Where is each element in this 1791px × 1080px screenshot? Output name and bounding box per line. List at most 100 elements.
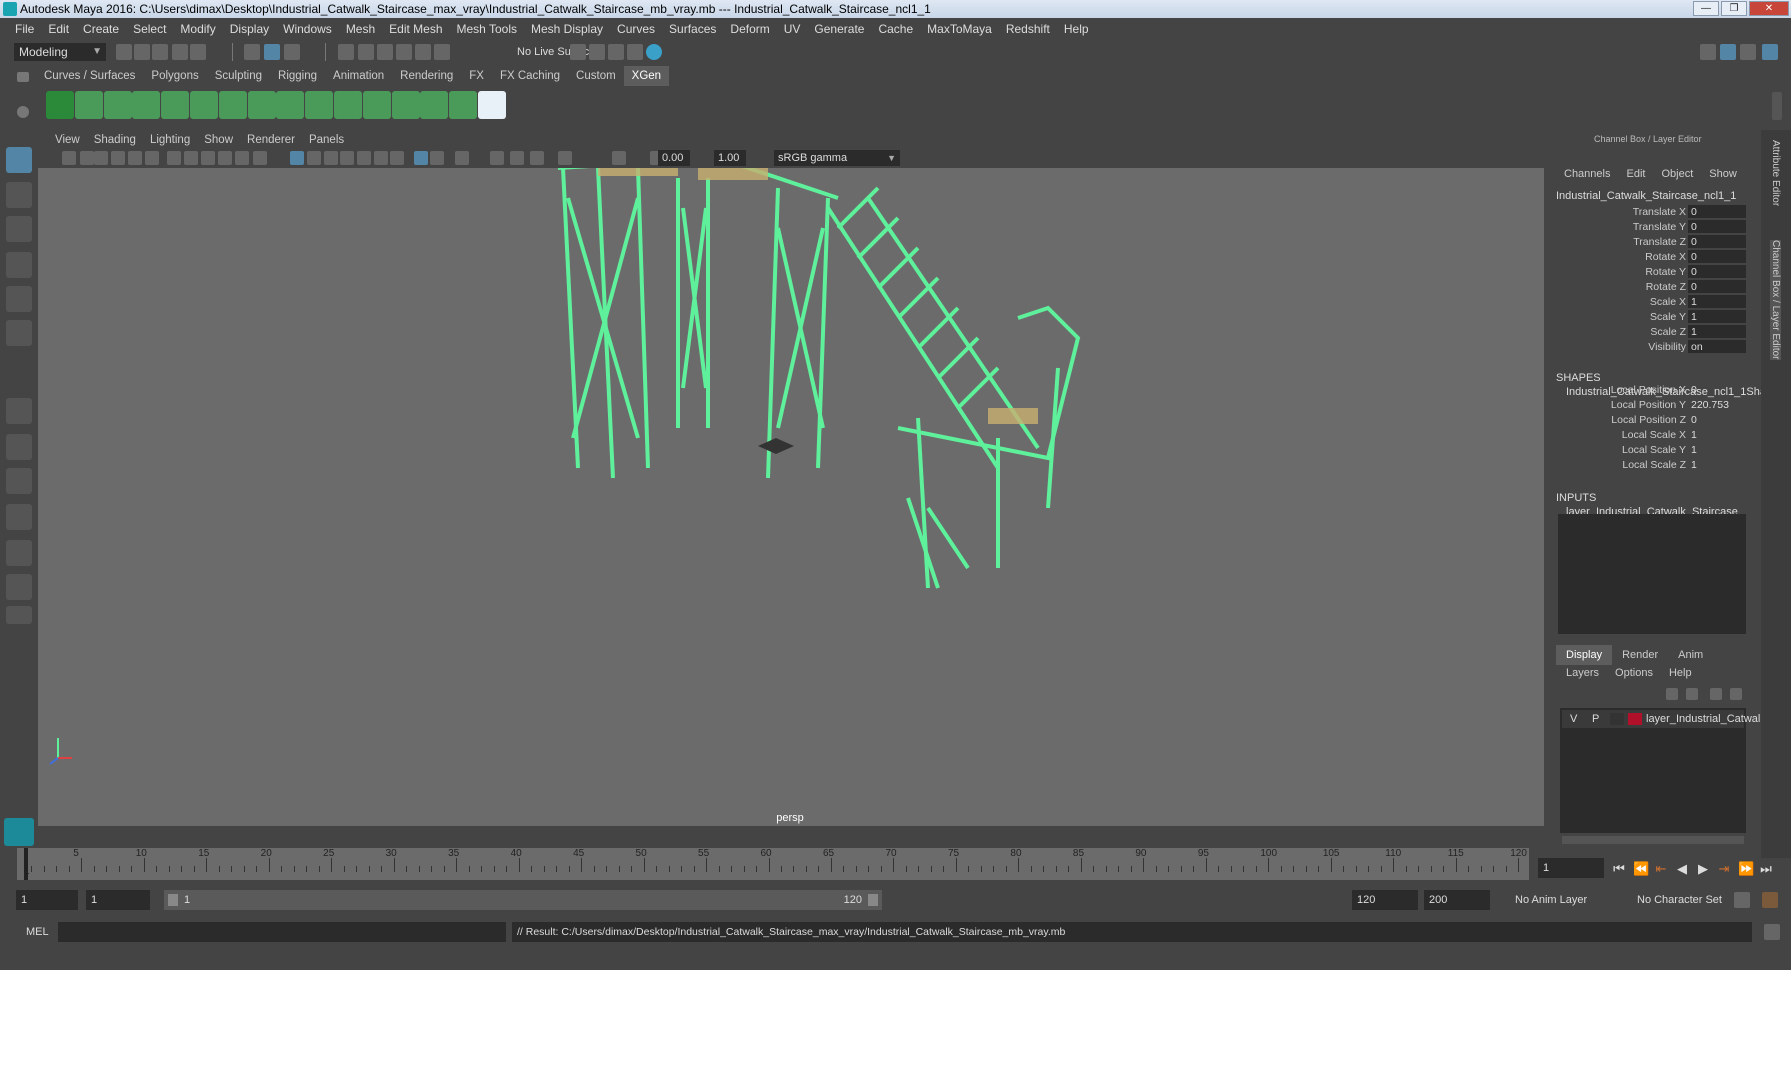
modeling-toolkit-icon[interactable] (1720, 44, 1736, 60)
play-backward-icon[interactable]: ◀ (1675, 862, 1689, 876)
menu-cache[interactable]: Cache (871, 22, 920, 36)
utility-icon[interactable] (391, 91, 420, 119)
layer-tab-display[interactable]: Display (1556, 645, 1613, 665)
shape-channel-row[interactable]: Local Position X0 (1556, 383, 1746, 397)
make-live-icon[interactable] (434, 44, 450, 60)
snap-surface-icon[interactable] (415, 44, 431, 60)
menu-redshift[interactable]: Redshift (999, 22, 1057, 36)
channel-menu-object[interactable]: Object (1655, 168, 1703, 180)
move-layer-up-icon[interactable] (1666, 688, 1678, 700)
animation-prefs-icon[interactable] (1762, 892, 1778, 908)
channel-value[interactable]: 0 (1688, 383, 1746, 396)
xray-joints-icon[interactable] (510, 151, 524, 165)
range-end-handle[interactable] (868, 894, 878, 906)
channel-menu-show[interactable]: Show (1703, 168, 1747, 180)
isolate-select-icon[interactable] (455, 151, 469, 165)
menu-mesh[interactable]: Mesh (339, 22, 382, 36)
select-component-icon[interactable] (284, 44, 300, 60)
shape-channel-row[interactable]: Local Scale Z1 (1556, 458, 1746, 472)
delete-icon[interactable] (449, 91, 478, 119)
import-preset-icon[interactable] (132, 91, 161, 119)
four-view-icon[interactable] (6, 434, 32, 460)
two-view-icon[interactable] (6, 468, 32, 494)
snap-point-icon[interactable] (377, 44, 393, 60)
new-layer-icon[interactable] (1710, 688, 1722, 700)
panel-menu-panels[interactable]: Panels (302, 134, 351, 146)
perspective-viewport[interactable]: persp (38, 168, 1544, 826)
film-gate-icon[interactable] (167, 151, 181, 165)
channel-value[interactable]: on (1688, 340, 1746, 353)
bookmark-icon[interactable] (94, 151, 108, 165)
layer-color-swatch[interactable] (1628, 713, 1642, 725)
shelf-tab-polygons[interactable]: Polygons (143, 66, 206, 86)
channel-row[interactable]: Translate Y0 (1556, 220, 1746, 234)
channel-row[interactable]: Rotate Z0 (1556, 280, 1746, 294)
menu-file[interactable]: File (8, 22, 41, 36)
channel-value[interactable]: 220.753 (1688, 398, 1746, 411)
open-scene-icon[interactable] (134, 44, 150, 60)
step-forward-key-icon[interactable]: ⇥ (1717, 862, 1731, 876)
step-back-key-icon[interactable]: ⇤ (1654, 862, 1668, 876)
channel-row[interactable]: Translate Z0 (1556, 235, 1746, 249)
add-object-icon[interactable] (103, 91, 132, 119)
camera-icon[interactable] (62, 151, 76, 165)
anti-alias-icon[interactable] (414, 151, 428, 165)
custom-layout-icon[interactable] (6, 606, 32, 624)
playback-end-field[interactable]: 120 (1352, 890, 1418, 910)
backface-icon[interactable] (530, 151, 544, 165)
play-forward-icon[interactable]: ▶ (1696, 862, 1710, 876)
shelf-tab-rendering[interactable]: Rendering (392, 66, 461, 86)
menu-select[interactable]: Select (126, 22, 173, 36)
menu-help[interactable]: Help (1057, 22, 1096, 36)
channel-row[interactable]: Rotate X0 (1556, 250, 1746, 264)
panel-menu-lighting[interactable]: Lighting (143, 134, 197, 146)
channel-value[interactable]: 0 (1688, 265, 1746, 278)
default-material-icon[interactable] (307, 151, 321, 165)
xray-icon[interactable] (490, 151, 504, 165)
render-view-icon[interactable] (570, 44, 586, 60)
channel-value[interactable]: 1 (1688, 443, 1746, 456)
menu-edit-mesh[interactable]: Edit Mesh (382, 22, 449, 36)
channel-value[interactable]: 1 (1688, 428, 1746, 441)
layer-menu-options[interactable]: Options (1607, 667, 1661, 679)
shelf-tab-sculpting[interactable]: Sculpting (207, 66, 270, 86)
snap-grid-icon[interactable] (338, 44, 354, 60)
menu-create[interactable]: Create (76, 22, 126, 36)
channel-box-toggle-icon[interactable] (1762, 44, 1778, 60)
character-set-select[interactable]: No Character Set (1632, 890, 1746, 910)
wireframe-icon[interactable] (253, 151, 267, 165)
menu-display[interactable]: Display (223, 22, 276, 36)
shelf-tab-animation[interactable]: Animation (325, 66, 392, 86)
menu-modify[interactable]: Modify (173, 22, 222, 36)
snap-curve-icon[interactable] (358, 44, 374, 60)
render-settings-icon[interactable] (478, 91, 506, 119)
render-settings-icon[interactable] (627, 44, 643, 60)
lasso-tool-icon[interactable] (6, 182, 32, 208)
gamma-field[interactable]: 1.00 (714, 150, 746, 166)
attribute-editor-toggle-icon[interactable] (1740, 44, 1756, 60)
plane-guide-icon[interactable] (305, 91, 334, 119)
shelf-tab-fx[interactable]: FX (461, 66, 492, 86)
step-back-icon[interactable]: ⏪ (1633, 862, 1649, 876)
channel-value[interactable]: 0 (1688, 413, 1746, 426)
channel-menu-edit[interactable]: Edit (1620, 168, 1655, 180)
gate-mask-icon[interactable] (201, 151, 215, 165)
layout-view-icon[interactable] (6, 574, 32, 600)
channel-value[interactable]: 0 (1688, 220, 1746, 233)
auto-key-icon[interactable] (1734, 892, 1750, 908)
shelf-tab-custom[interactable]: Custom (568, 66, 624, 86)
channel-value[interactable]: 1 (1688, 458, 1746, 471)
image-plane-icon[interactable] (111, 151, 125, 165)
flip-icon[interactable] (420, 91, 449, 119)
time-slider[interactable]: 5 10 15 20 25 30 35 40 45 50 55 60 65 70 75 80 85 90 95 100… (17, 848, 1529, 880)
exposure-field[interactable]: 0.00 (658, 150, 690, 166)
shelf-tab-rigging[interactable]: Rigging (270, 66, 325, 86)
lock-guide-icon[interactable] (247, 91, 276, 119)
resolution-gate-icon[interactable] (184, 151, 198, 165)
use-lights-icon[interactable] (340, 151, 354, 165)
anim-layer-select[interactable]: No Anim Layer (1510, 890, 1626, 910)
menu-deform[interactable]: Deform (723, 22, 776, 36)
start-time-field[interactable]: 1 (16, 890, 78, 910)
display-type-toggle[interactable] (1610, 713, 1624, 725)
scale-tool-icon[interactable] (6, 320, 32, 346)
